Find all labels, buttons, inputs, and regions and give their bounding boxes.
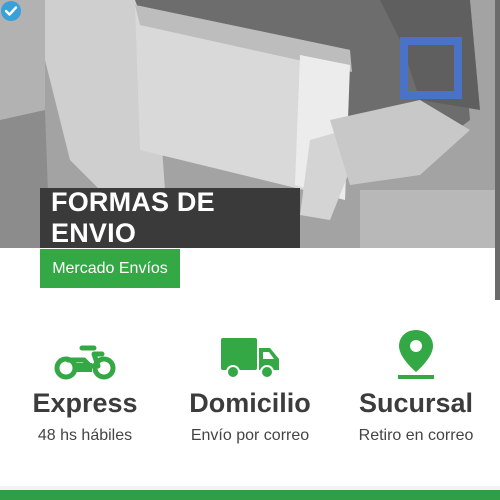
location-pin-icon xyxy=(398,330,434,379)
shipping-option-express[interactable]: Express 48 hs hábiles xyxy=(0,320,170,445)
subtitle-label: Mercado Envíos xyxy=(52,259,168,277)
truck-icon xyxy=(221,338,279,379)
bottom-accent-bar xyxy=(0,490,500,500)
shipping-option-domicilio[interactable]: Domicilio Envío por correo xyxy=(165,320,335,445)
verified-check-icon xyxy=(1,1,21,21)
option-title: Domicilio xyxy=(189,388,311,418)
subtitle-badge: Mercado Envíos xyxy=(40,249,180,288)
option-subtitle: Retiro en correo xyxy=(358,427,474,444)
scrollbar[interactable] xyxy=(495,0,500,300)
logo-square-frame xyxy=(400,37,462,99)
motorcycle-icon xyxy=(54,345,116,380)
option-title: Express xyxy=(32,388,138,418)
option-title: Sucursal xyxy=(358,388,474,418)
page-title: FORMAS DE ENVIO xyxy=(51,187,215,248)
shipping-option-sucursal[interactable]: Sucursal Retiro en correo xyxy=(331,320,500,445)
option-subtitle: 48 hs hábiles xyxy=(37,427,133,444)
option-subtitle: Envío por correo xyxy=(190,427,310,444)
page-title-box: FORMAS DE ENVIO xyxy=(40,187,300,248)
